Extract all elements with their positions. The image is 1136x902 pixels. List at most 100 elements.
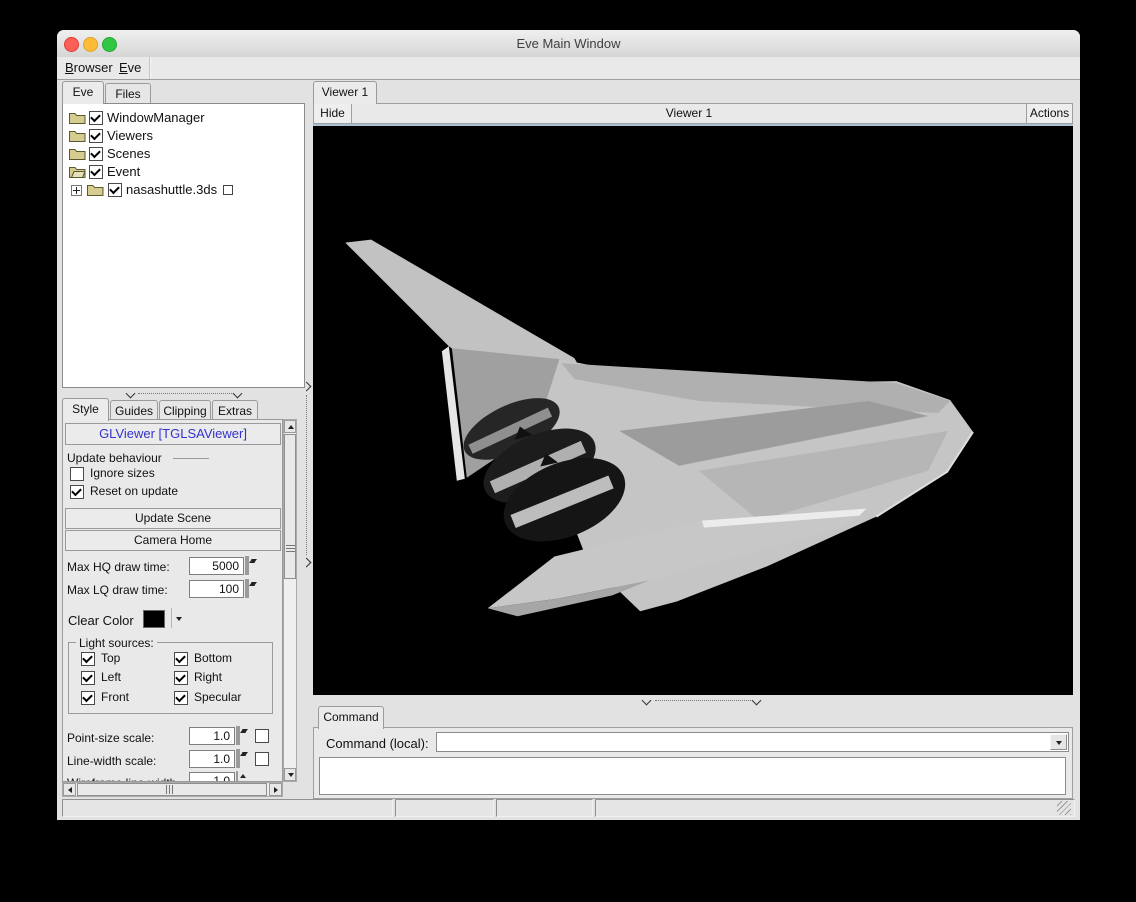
tab-viewer-1[interactable]: Viewer 1	[313, 81, 377, 104]
max-lq-input[interactable]: 100	[189, 580, 244, 598]
clear-color-swatch[interactable]	[143, 610, 165, 628]
tree-style-splitter[interactable]	[62, 388, 311, 398]
tree-item-windowmanager[interactable]: WindowManager	[69, 110, 299, 126]
light-bottom-label[interactable]: Bottom	[194, 651, 232, 665]
tree-item-label[interactable]: nasashuttle.3ds	[126, 182, 217, 197]
hscroll-thumb[interactable]	[77, 783, 267, 796]
titlebar[interactable]: Eve Main Window	[57, 30, 1080, 58]
point-size-stepper[interactable]	[236, 727, 249, 745]
resize-grip[interactable]	[1057, 801, 1071, 815]
style-panel-vscrollbar[interactable]	[283, 419, 297, 782]
tab-files[interactable]: Files	[105, 83, 151, 104]
tab-clipping[interactable]: Clipping	[159, 400, 211, 421]
light-bottom-checkbox[interactable]	[174, 652, 188, 666]
actions-button[interactable]: Actions	[1026, 104, 1072, 123]
light-specular-checkbox[interactable]	[174, 691, 188, 705]
tree-item-label[interactable]: WindowManager	[107, 110, 205, 125]
tab-extras[interactable]: Extras	[212, 400, 258, 421]
light-sources-title: Light sources:	[76, 636, 157, 650]
tree-item-checkbox[interactable]	[89, 129, 103, 143]
tree-item-checkbox[interactable]	[89, 111, 103, 125]
vscroll-thumb[interactable]	[284, 434, 296, 579]
scroll-down-button[interactable]	[284, 768, 296, 781]
max-hq-stepper[interactable]	[245, 557, 258, 575]
light-front-label[interactable]: Front	[101, 690, 129, 704]
folder-icon	[87, 183, 104, 197]
scroll-right-button[interactable]	[269, 783, 282, 796]
max-hq-input[interactable]: 5000	[189, 557, 244, 575]
viewer-command-splitter[interactable]	[313, 695, 1073, 706]
light-top-label[interactable]: Top	[101, 651, 120, 665]
desktop: { "titlebar": { "title": "Eve Main Windo…	[0, 0, 1136, 902]
command-dropdown-button[interactable]	[1050, 734, 1067, 750]
wireframe-input[interactable]: 1.0	[189, 772, 235, 782]
splitter-chevron-icon	[126, 389, 136, 399]
tab-eve[interactable]: Eve	[62, 81, 104, 104]
light-left-checkbox[interactable]	[81, 671, 95, 685]
left-viewer-splitter[interactable]	[303, 103, 311, 795]
tree-item-label[interactable]: Scenes	[107, 146, 150, 161]
max-lq-stepper[interactable]	[245, 580, 258, 598]
tree-item-event[interactable]: Event	[69, 164, 299, 180]
command-output[interactable]	[319, 757, 1066, 795]
hide-button[interactable]: Hide	[314, 104, 352, 123]
eve-main-window: Eve Main Window Browser Eve Eve Files Wi…	[57, 30, 1080, 820]
max-lq-label: Max LQ draw time:	[67, 583, 168, 597]
command-input[interactable]	[436, 732, 1069, 752]
clear-color-dropdown-icon[interactable]	[176, 617, 182, 621]
tab-guides[interactable]: Guides	[110, 400, 158, 421]
update-behaviour-label: Update behaviour	[67, 451, 162, 465]
point-size-checkbox[interactable]	[255, 729, 269, 743]
update-scene-button[interactable]: Update Scene	[65, 508, 281, 529]
ignore-sizes-checkbox[interactable]	[70, 467, 84, 481]
menu-eve[interactable]: Eve	[119, 60, 141, 75]
tree-item-checkbox[interactable]	[89, 165, 103, 179]
light-right-label[interactable]: Right	[194, 670, 222, 684]
tree-item-scenes[interactable]: Scenes	[69, 146, 299, 162]
tree-item-label[interactable]: Viewers	[107, 128, 153, 143]
tree-expand-icon[interactable]	[71, 185, 82, 196]
point-size-label: Point-size scale:	[67, 731, 154, 745]
light-right-checkbox[interactable]	[174, 671, 188, 685]
splitter-chevron-icon	[302, 558, 312, 568]
light-left-label[interactable]: Left	[101, 670, 121, 684]
camera-home-button[interactable]: Camera Home	[65, 530, 281, 551]
tree-item-marker-square[interactable]	[223, 185, 233, 195]
tree-item-checkbox[interactable]	[108, 183, 122, 197]
tree-item-nasashuttle[interactable]: nasashuttle.3ds	[71, 182, 301, 198]
tree-item-checkbox[interactable]	[89, 147, 103, 161]
splitter-chevron-icon	[233, 389, 243, 399]
eve-tree-view[interactable]: WindowManager Viewers Scenes Event nasas…	[62, 103, 305, 388]
light-specular-label[interactable]: Specular	[194, 690, 241, 704]
scroll-left-button[interactable]	[63, 783, 76, 796]
style-panel: GLViewer [TGLSAViewer] Update behaviour …	[62, 419, 283, 782]
glviewer-button[interactable]: GLViewer [TGLSAViewer]	[65, 423, 281, 445]
line-width-stepper[interactable]	[236, 750, 249, 768]
tree-item-viewers[interactable]: Viewers	[69, 128, 299, 144]
point-size-input[interactable]: 1.0	[189, 727, 235, 745]
menubar-divider	[149, 57, 151, 79]
line-width-checkbox[interactable]	[255, 752, 269, 766]
reset-on-update-checkbox[interactable]	[70, 485, 84, 499]
splitter-chevron-icon	[642, 696, 652, 706]
light-front-checkbox[interactable]	[81, 691, 95, 705]
line-width-input[interactable]: 1.0	[189, 750, 235, 768]
tree-item-label[interactable]: Event	[107, 164, 140, 179]
scroll-up-button[interactable]	[284, 420, 296, 433]
gl-viewport[interactable]	[313, 124, 1073, 695]
reset-on-update-label[interactable]: Reset on update	[90, 484, 178, 498]
wireframe-stepper[interactable]	[236, 772, 249, 782]
light-top-checkbox[interactable]	[81, 652, 95, 666]
tab-style[interactable]: Style	[62, 398, 109, 421]
shuttle-model	[313, 126, 1071, 695]
window-title: Eve Main Window	[57, 36, 1080, 51]
menu-browser[interactable]: Browser	[65, 60, 113, 75]
line-width-label: Line-width scale:	[67, 754, 156, 768]
style-panel-hscrollbar[interactable]	[62, 782, 283, 797]
tab-command[interactable]: Command	[318, 706, 384, 729]
status-cell-1	[62, 799, 393, 817]
clear-color-label: Clear Color	[68, 613, 134, 628]
ignore-sizes-label[interactable]: Ignore sizes	[90, 466, 155, 480]
status-cell-2	[395, 799, 494, 817]
command-local-label: Command (local):	[326, 736, 429, 751]
